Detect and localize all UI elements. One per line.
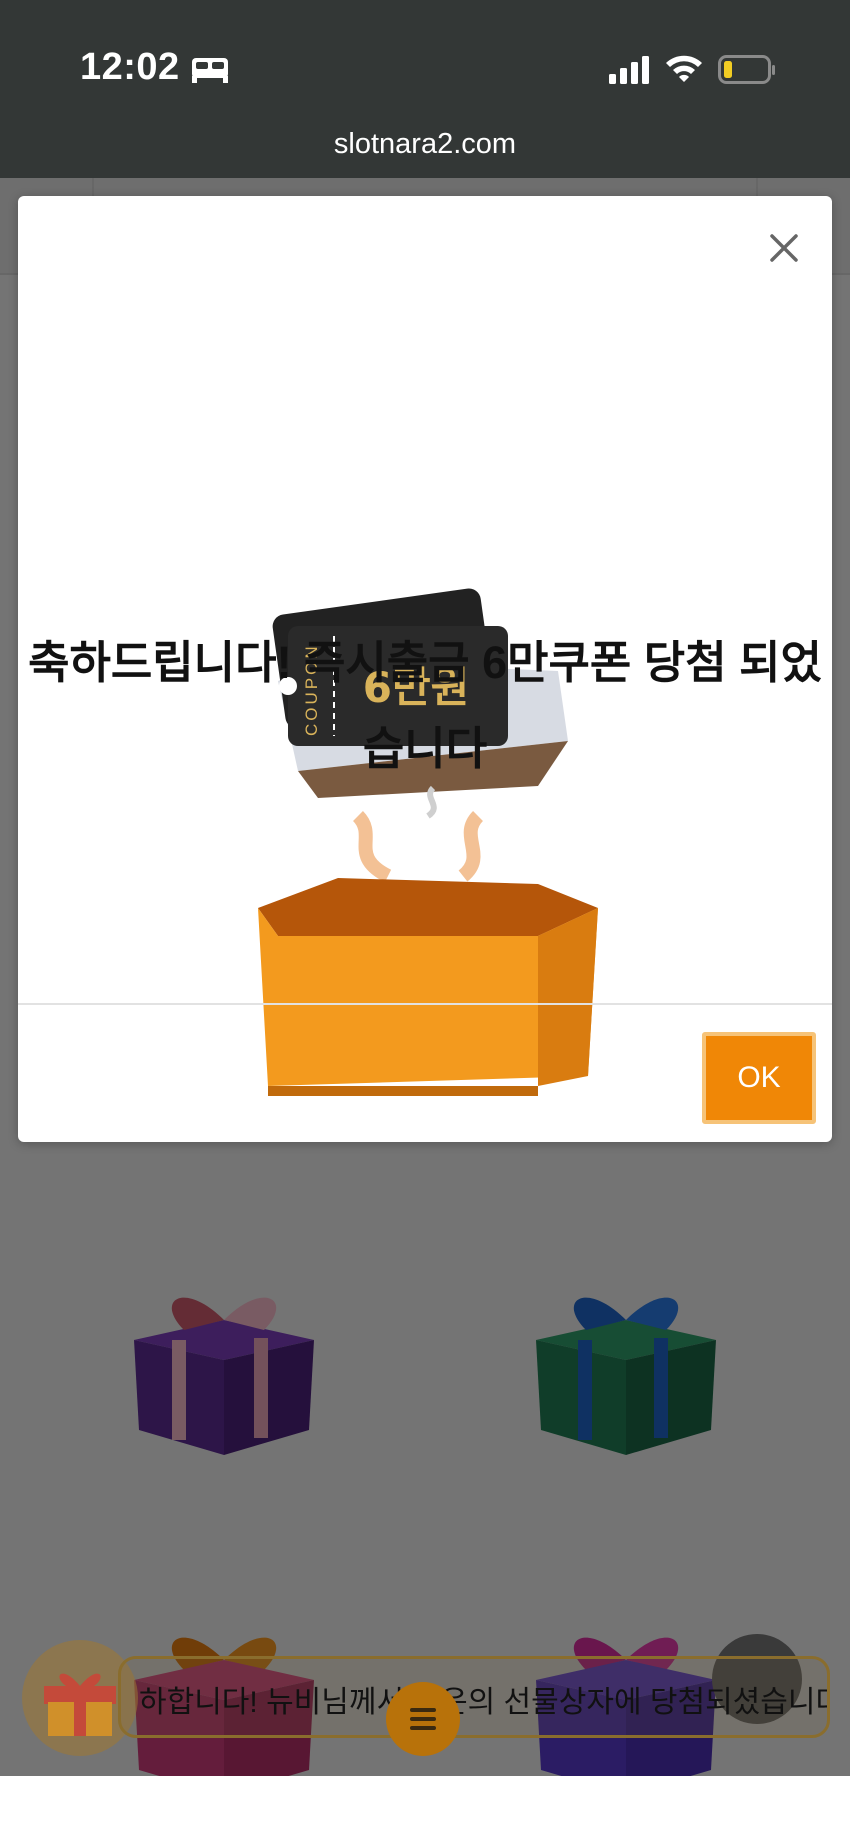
- menu-icon: [410, 1708, 436, 1712]
- battery-icon: [718, 55, 775, 84]
- signal-icon: [609, 56, 649, 84]
- bottom-area: [0, 1776, 850, 1848]
- status-time: 12:02: [80, 46, 180, 88]
- close-icon: [770, 234, 798, 262]
- congrats-line-1: 축하드립니다! 즉시출금 6만쿠폰 당첨 되었: [28, 637, 822, 688]
- congrats-message: 축하드립니다! 즉시출금 6만쿠폰 당첨 되었 습니다: [28, 620, 822, 792]
- wifi-icon: [666, 55, 702, 82]
- menu-icon-bar: [410, 1717, 436, 1721]
- close-button[interactable]: [762, 226, 806, 270]
- ticker-text: 하합니다! 뉴비님께서 행운의 선물상자에 당첨되셨습니다!: [139, 1686, 830, 1719]
- modal-divider: [18, 1003, 832, 1005]
- url-bar[interactable]: slotnara2.com: [0, 128, 850, 161]
- menu-icon-bar: [410, 1726, 436, 1730]
- status-bar: 12:02 slotnara2.com: [0, 0, 850, 178]
- sleep-icon: [192, 58, 228, 83]
- winner-ticker: 하합니다! 뉴비님께서 행운의 선물상자에 당첨되셨습니다!: [118, 1656, 830, 1738]
- menu-button[interactable]: [386, 1682, 460, 1756]
- prize-modal: COUPON 6만원 축하드립니다! 즉시출금 6만쿠폰 당첨 되었 습니다 O…: [18, 196, 832, 1142]
- congrats-line-2: 습니다: [362, 723, 488, 774]
- ok-button[interactable]: OK: [702, 1032, 816, 1124]
